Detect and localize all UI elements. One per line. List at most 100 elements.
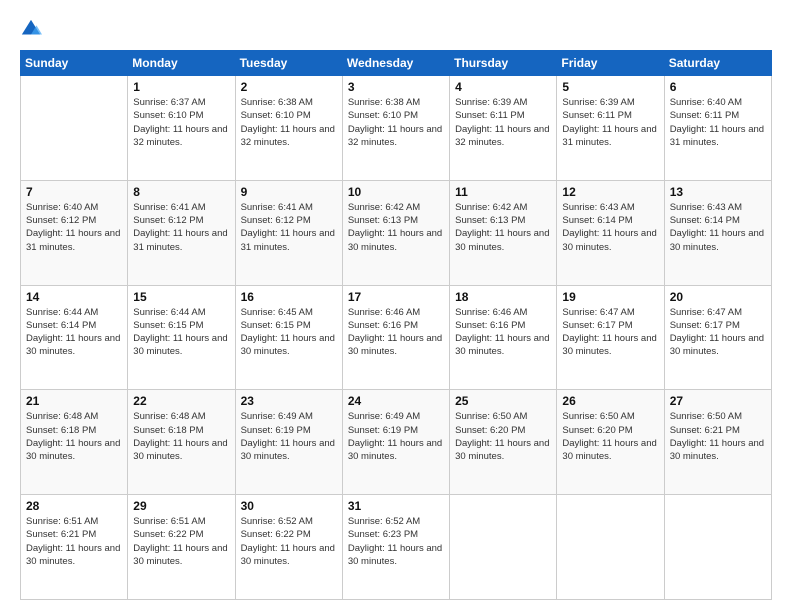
calendar-cell: 15Sunrise: 6:44 AM Sunset: 6:15 PM Dayli… xyxy=(128,285,235,390)
day-number: 20 xyxy=(670,290,766,304)
calendar-cell: 6 Sunrise: 6:40 AM Sunset: 6:11 PM Daylig… xyxy=(664,76,771,181)
day-number: 7 xyxy=(26,185,122,199)
calendar-cell: 29 Sunrise: 6:51 AM Sunset: 6:22 PM Dayli… xyxy=(128,495,235,600)
day-info: Sunrise: 6:47 AM Sunset: 6:17 PM Dayligh… xyxy=(670,306,766,359)
day-number: 26 xyxy=(562,394,658,408)
calendar-header-monday: Monday xyxy=(128,51,235,76)
day-info: Sunrise: 6:38 AM Sunset: 6:10 PM Dayligh… xyxy=(241,96,337,149)
day-info: Sunrise: 6:49 AM Sunset: 6:19 PM Dayligh… xyxy=(348,410,444,463)
calendar-cell xyxy=(664,495,771,600)
day-info: Sunrise: 6:37 AM Sunset: 6:10 PM Dayligh… xyxy=(133,96,229,149)
day-info: Sunrise: 6:43 AM Sunset: 6:14 PM Dayligh… xyxy=(670,201,766,254)
calendar-cell: 28Sunrise: 6:51 AM Sunset: 6:21 PM Dayli… xyxy=(21,495,128,600)
day-info: Sunrise: 6:52 AM Sunset: 6:22 PM Dayligh… xyxy=(241,515,337,568)
calendar-cell: 10 Sunrise: 6:42 AM Sunset: 6:13 PM Dayli… xyxy=(342,180,449,285)
calendar-cell: 7 Sunrise: 6:40 AM Sunset: 6:12 PM Daylig… xyxy=(21,180,128,285)
day-info: Sunrise: 6:42 AM Sunset: 6:13 PM Dayligh… xyxy=(348,201,444,254)
calendar-cell: 27 Sunrise: 6:50 AM Sunset: 6:21 PM Dayli… xyxy=(664,390,771,495)
day-info: Sunrise: 6:43 AM Sunset: 6:14 PM Dayligh… xyxy=(562,201,658,254)
calendar-cell: 26Sunrise: 6:50 AM Sunset: 6:20 PM Dayli… xyxy=(557,390,664,495)
calendar-week-2: 14Sunrise: 6:44 AM Sunset: 6:14 PM Dayli… xyxy=(21,285,772,390)
calendar-cell: 9Sunrise: 6:41 AM Sunset: 6:12 PM Daylig… xyxy=(235,180,342,285)
day-info: Sunrise: 6:39 AM Sunset: 6:11 PM Dayligh… xyxy=(455,96,551,149)
calendar-header-sunday: Sunday xyxy=(21,51,128,76)
day-info: Sunrise: 6:45 AM Sunset: 6:15 PM Dayligh… xyxy=(241,306,337,359)
day-number: 3 xyxy=(348,80,444,94)
day-number: 11 xyxy=(455,185,551,199)
calendar-header-saturday: Saturday xyxy=(664,51,771,76)
day-info: Sunrise: 6:44 AM Sunset: 6:14 PM Dayligh… xyxy=(26,306,122,359)
day-number: 15 xyxy=(133,290,229,304)
day-info: Sunrise: 6:38 AM Sunset: 6:10 PM Dayligh… xyxy=(348,96,444,149)
calendar-cell: 19 Sunrise: 6:47 AM Sunset: 6:17 PM Dayli… xyxy=(557,285,664,390)
day-number: 18 xyxy=(455,290,551,304)
day-info: Sunrise: 6:40 AM Sunset: 6:12 PM Dayligh… xyxy=(26,201,122,254)
calendar-cell xyxy=(557,495,664,600)
calendar-cell: 1 Sunrise: 6:37 AM Sunset: 6:10 PM Daylig… xyxy=(128,76,235,181)
calendar-cell: 2Sunrise: 6:38 AM Sunset: 6:10 PM Daylig… xyxy=(235,76,342,181)
calendar-table: SundayMondayTuesdayWednesdayThursdayFrid… xyxy=(20,50,772,600)
calendar-header-thursday: Thursday xyxy=(450,51,557,76)
calendar-header-tuesday: Tuesday xyxy=(235,51,342,76)
calendar-week-4: 28Sunrise: 6:51 AM Sunset: 6:21 PM Dayli… xyxy=(21,495,772,600)
calendar-cell: 14Sunrise: 6:44 AM Sunset: 6:14 PM Dayli… xyxy=(21,285,128,390)
day-info: Sunrise: 6:41 AM Sunset: 6:12 PM Dayligh… xyxy=(133,201,229,254)
calendar-cell: 13Sunrise: 6:43 AM Sunset: 6:14 PM Dayli… xyxy=(664,180,771,285)
day-number: 16 xyxy=(241,290,337,304)
day-info: Sunrise: 6:48 AM Sunset: 6:18 PM Dayligh… xyxy=(133,410,229,463)
day-number: 6 xyxy=(670,80,766,94)
day-number: 4 xyxy=(455,80,551,94)
day-number: 1 xyxy=(133,80,229,94)
calendar-cell: 25Sunrise: 6:50 AM Sunset: 6:20 PM Dayli… xyxy=(450,390,557,495)
calendar-cell: 12 Sunrise: 6:43 AM Sunset: 6:14 PM Dayli… xyxy=(557,180,664,285)
calendar-cell: 5 Sunrise: 6:39 AM Sunset: 6:11 PM Daylig… xyxy=(557,76,664,181)
calendar-cell: 11 Sunrise: 6:42 AM Sunset: 6:13 PM Dayli… xyxy=(450,180,557,285)
day-info: Sunrise: 6:51 AM Sunset: 6:22 PM Dayligh… xyxy=(133,515,229,568)
calendar-week-1: 7 Sunrise: 6:40 AM Sunset: 6:12 PM Daylig… xyxy=(21,180,772,285)
day-number: 21 xyxy=(26,394,122,408)
calendar-cell: 18Sunrise: 6:46 AM Sunset: 6:16 PM Dayli… xyxy=(450,285,557,390)
day-info: Sunrise: 6:39 AM Sunset: 6:11 PM Dayligh… xyxy=(562,96,658,149)
day-info: Sunrise: 6:48 AM Sunset: 6:18 PM Dayligh… xyxy=(26,410,122,463)
day-info: Sunrise: 6:50 AM Sunset: 6:21 PM Dayligh… xyxy=(670,410,766,463)
calendar-cell: 16 Sunrise: 6:45 AM Sunset: 6:15 PM Dayli… xyxy=(235,285,342,390)
day-number: 24 xyxy=(348,394,444,408)
page: SundayMondayTuesdayWednesdayThursdayFrid… xyxy=(0,0,792,612)
calendar-header-row: SundayMondayTuesdayWednesdayThursdayFrid… xyxy=(21,51,772,76)
calendar-cell: 23 Sunrise: 6:49 AM Sunset: 6:19 PM Dayli… xyxy=(235,390,342,495)
logo-icon xyxy=(20,18,42,40)
calendar-cell: 22 Sunrise: 6:48 AM Sunset: 6:18 PM Dayli… xyxy=(128,390,235,495)
calendar-header-friday: Friday xyxy=(557,51,664,76)
day-number: 12 xyxy=(562,185,658,199)
logo xyxy=(20,18,46,40)
calendar-cell: 17 Sunrise: 6:46 AM Sunset: 6:16 PM Dayli… xyxy=(342,285,449,390)
calendar-cell xyxy=(21,76,128,181)
day-info: Sunrise: 6:49 AM Sunset: 6:19 PM Dayligh… xyxy=(241,410,337,463)
day-info: Sunrise: 6:46 AM Sunset: 6:16 PM Dayligh… xyxy=(348,306,444,359)
calendar-cell xyxy=(450,495,557,600)
calendar-header-wednesday: Wednesday xyxy=(342,51,449,76)
day-number: 29 xyxy=(133,499,229,513)
day-number: 23 xyxy=(241,394,337,408)
calendar-cell: 31Sunrise: 6:52 AM Sunset: 6:23 PM Dayli… xyxy=(342,495,449,600)
day-number: 31 xyxy=(348,499,444,513)
day-info: Sunrise: 6:40 AM Sunset: 6:11 PM Dayligh… xyxy=(670,96,766,149)
day-info: Sunrise: 6:47 AM Sunset: 6:17 PM Dayligh… xyxy=(562,306,658,359)
day-number: 22 xyxy=(133,394,229,408)
day-number: 25 xyxy=(455,394,551,408)
calendar-cell: 20 Sunrise: 6:47 AM Sunset: 6:17 PM Dayli… xyxy=(664,285,771,390)
day-number: 19 xyxy=(562,290,658,304)
calendar-cell: 24 Sunrise: 6:49 AM Sunset: 6:19 PM Dayli… xyxy=(342,390,449,495)
calendar-cell: 21 Sunrise: 6:48 AM Sunset: 6:18 PM Dayli… xyxy=(21,390,128,495)
day-info: Sunrise: 6:42 AM Sunset: 6:13 PM Dayligh… xyxy=(455,201,551,254)
day-number: 8 xyxy=(133,185,229,199)
day-number: 27 xyxy=(670,394,766,408)
calendar-week-0: 1 Sunrise: 6:37 AM Sunset: 6:10 PM Daylig… xyxy=(21,76,772,181)
calendar-cell: 30Sunrise: 6:52 AM Sunset: 6:22 PM Dayli… xyxy=(235,495,342,600)
day-number: 5 xyxy=(562,80,658,94)
day-number: 17 xyxy=(348,290,444,304)
day-number: 9 xyxy=(241,185,337,199)
calendar-cell: 8 Sunrise: 6:41 AM Sunset: 6:12 PM Daylig… xyxy=(128,180,235,285)
calendar-cell: 4 Sunrise: 6:39 AM Sunset: 6:11 PM Daylig… xyxy=(450,76,557,181)
day-number: 10 xyxy=(348,185,444,199)
